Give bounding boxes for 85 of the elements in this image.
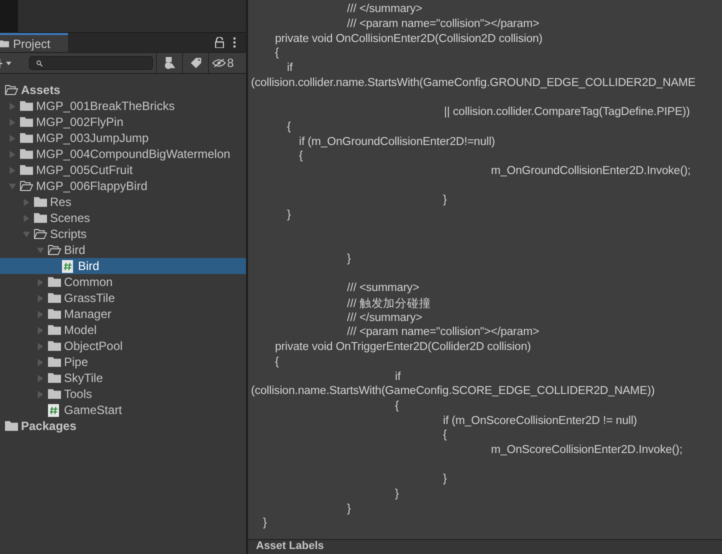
tree-item[interactable]: Scenes [0,210,246,226]
code-line: private void OnTriggerEnter2D(Collider2D collision) [275,341,531,354]
code-line: { [443,429,447,442]
code-line: { [299,150,303,162]
tree-item[interactable]: Bird [0,242,246,258]
open-folder-icon [48,245,61,255]
tree-item[interactable]: Pipe [0,354,246,370]
folder-icon [20,149,33,159]
code-line: (collision.collider.name.StartsWith(GameConfig.GROUND_EDGE_COLLIDER2D_NAME [251,76,696,89]
tree-item[interactable]: Res [0,194,246,210]
tree-item[interactable]: MGP_006FlappyBird [0,178,246,194]
tree-item[interactable]: MGP_001BreakTheBricks [0,98,246,114]
tree-item[interactable]: GameStart [0,402,246,418]
code-line: /// 触发加分碰撞 [347,296,431,311]
folder-icon [48,373,61,383]
tree-item[interactable]: MGP_002FlyPin [0,114,246,130]
search-icon [36,60,43,66]
tree-item[interactable]: Assets [0,82,246,98]
code-line: { [395,400,399,412]
code-line: if (m_OnGroundCollisionEnter2D!=null) [299,136,496,148]
asset-labels-header: Asset Labels [256,540,324,553]
tree-item[interactable]: MGP_004CompoundBigWatermelon [0,146,246,162]
code-line: /// <param name="collision"></param> [347,18,540,30]
code-line: } [263,517,267,530]
folder-icon [34,197,47,207]
folder-icon [48,309,61,319]
code-line: /// </summary> [347,312,422,324]
folder-icon [20,165,33,175]
code-line: m_OnScoreCollisionEnter2D.Invoke(); [491,444,682,456]
folder-icon [20,133,33,143]
code-line: m_OnGroundCollisionEnter2D.Invoke(); [491,164,691,177]
code-line: if (m_OnScoreCollisionEnter2D != null) [443,414,638,427]
open-folder-icon [20,181,33,191]
code-line: } [287,208,291,221]
tree-item[interactable]: Model [0,322,246,338]
code-line: } [443,473,447,486]
search-field[interactable] [29,56,153,70]
folder-icon [48,389,61,399]
code-line: } [347,253,351,266]
code-line: } [443,194,447,206]
tree-item[interactable]: GrassTile [0,290,246,306]
tree-item[interactable]: ObjectPool [0,338,246,354]
code-line: /// </summary> [347,3,422,16]
folder-icon [48,277,61,287]
lock-icon[interactable] [215,37,224,48]
tree-item[interactable]: Packages [0,418,246,434]
folder-icon [5,421,18,431]
folder-icon [48,325,61,335]
folder-icon [20,101,33,111]
code-line: } [395,488,399,500]
tree-item[interactable]: Tools [0,386,246,402]
hidden-eye-icon [212,58,226,68]
open-folder-icon [34,229,47,239]
folder-icon [48,357,61,367]
folder-icon [48,293,61,303]
menu-icon[interactable] [233,37,236,48]
tree-item[interactable]: MGP_005CutFruit [0,162,246,178]
code-line: (collision.name.StartsWith(GameConfig.SCORE_EDGE_COLLIDER2D_NAME)) [251,385,655,398]
code-line: /// <summary> [347,282,420,294]
code-line: } [347,502,351,515]
code-line: if [287,62,293,74]
code-line: if [395,370,401,383]
tree-item[interactable]: Bird [0,258,246,274]
code-line: || collision.collider.CompareTag(TagDefine.PIPE)) [444,106,690,118]
code-line: { [275,47,279,60]
code-line: { [275,356,279,368]
folder-icon [20,117,33,127]
tree-item[interactable]: Manager [0,306,246,322]
folder-icon [48,341,61,351]
tree-item[interactable]: MGP_003JumpJump [0,130,246,146]
open-folder-icon [5,85,18,95]
tree-item[interactable]: Scripts [0,226,246,242]
code-line: private void OnCollisionEnter2D(Collision2D collision) [275,32,543,45]
tree-item[interactable]: SkyTile [0,370,246,386]
code-line: { [287,120,291,133]
tree-item[interactable]: Common [0,274,246,290]
code-line: /// <param name="collision"></param> [347,326,540,338]
expanded-arrow-icon[interactable] [8,182,17,190]
project-tab[interactable]: Project [0,33,68,52]
script-icon [62,260,73,272]
folder-icon [34,213,47,223]
shapes-icon [164,57,176,69]
folder-icon [0,39,9,48]
script-icon [48,404,59,416]
tag-icon [190,57,202,69]
